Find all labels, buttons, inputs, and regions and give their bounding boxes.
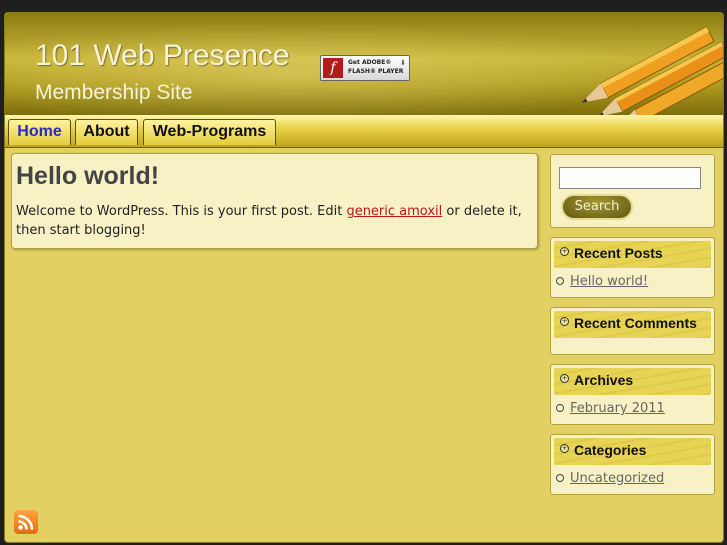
nav-tab-web-programs[interactable]: Web-Programs — [143, 119, 276, 145]
bullet-icon — [556, 276, 564, 285]
nav-tab-home[interactable]: Home — [8, 119, 71, 145]
widget-title: Categories — [574, 442, 647, 458]
search-widget: Search — [550, 154, 715, 228]
get-flash-player-badge[interactable]: f Get ADOBE® FLASH® PLAYER ⬇ — [320, 55, 410, 81]
search-button[interactable]: Search — [561, 194, 633, 220]
main-nav: Home About Web-Programs — [5, 115, 723, 148]
site-header: 101 Web Presence Membership Site f Get A… — [5, 13, 723, 115]
list-item: Uncategorized — [556, 471, 664, 486]
post-content: Welcome to WordPress. This is your first… — [16, 202, 531, 240]
recent-posts-widget: + Recent Posts Hello world! — [550, 237, 715, 298]
widget-header: + Recent Posts — [554, 241, 711, 268]
post-title[interactable]: Hello world! — [16, 162, 159, 191]
categories-widget: + Categories Uncategorized — [550, 434, 715, 495]
rss-feed-icon[interactable] — [14, 510, 38, 534]
site-title[interactable]: 101 Web Presence — [35, 39, 290, 73]
post-inline-link[interactable]: generic amoxil — [346, 204, 442, 219]
rss-glyph-icon — [18, 514, 34, 530]
page-container: 101 Web Presence Membership Site f Get A… — [4, 12, 724, 543]
list-item: February 2011 — [556, 401, 665, 416]
site-subtitle: Membership Site — [35, 81, 193, 104]
bullet-icon — [556, 403, 564, 412]
search-input[interactable] — [559, 167, 701, 189]
post-article: Hello world! Welcome to WordPress. This … — [11, 153, 538, 249]
archives-widget: + Archives February 2011 — [550, 364, 715, 425]
widget-header: + Archives — [554, 368, 711, 395]
recent-post-link[interactable]: Hello world! — [570, 274, 648, 289]
flash-badge-line2: FLASH® PLAYER — [348, 68, 404, 75]
download-arrow-icon: ⬇ — [400, 59, 406, 67]
bullet-icon — [556, 473, 564, 482]
nav-tab-about[interactable]: About — [75, 119, 138, 145]
recent-comments-widget: + Recent Comments — [550, 307, 715, 355]
widget-title: Recent Comments — [574, 315, 697, 331]
widget-title: Archives — [574, 372, 634, 388]
expand-icon[interactable]: + — [560, 247, 569, 256]
post-text-before-link: Welcome to WordPress. This is your first… — [16, 204, 347, 219]
widget-title: Recent Posts — [574, 245, 663, 261]
expand-icon[interactable]: + — [560, 374, 569, 383]
expand-icon[interactable]: + — [560, 444, 569, 453]
widget-header: + Categories — [554, 438, 711, 465]
widget-header: + Recent Comments — [554, 311, 711, 338]
flash-badge-line1: Get ADOBE® — [348, 59, 392, 66]
pencils-icon — [581, 26, 723, 115]
archive-link[interactable]: February 2011 — [570, 401, 665, 416]
category-link[interactable]: Uncategorized — [570, 471, 664, 486]
list-item: Hello world! — [556, 274, 648, 289]
expand-icon[interactable]: + — [560, 317, 569, 326]
flash-logo-icon: f — [323, 58, 343, 78]
